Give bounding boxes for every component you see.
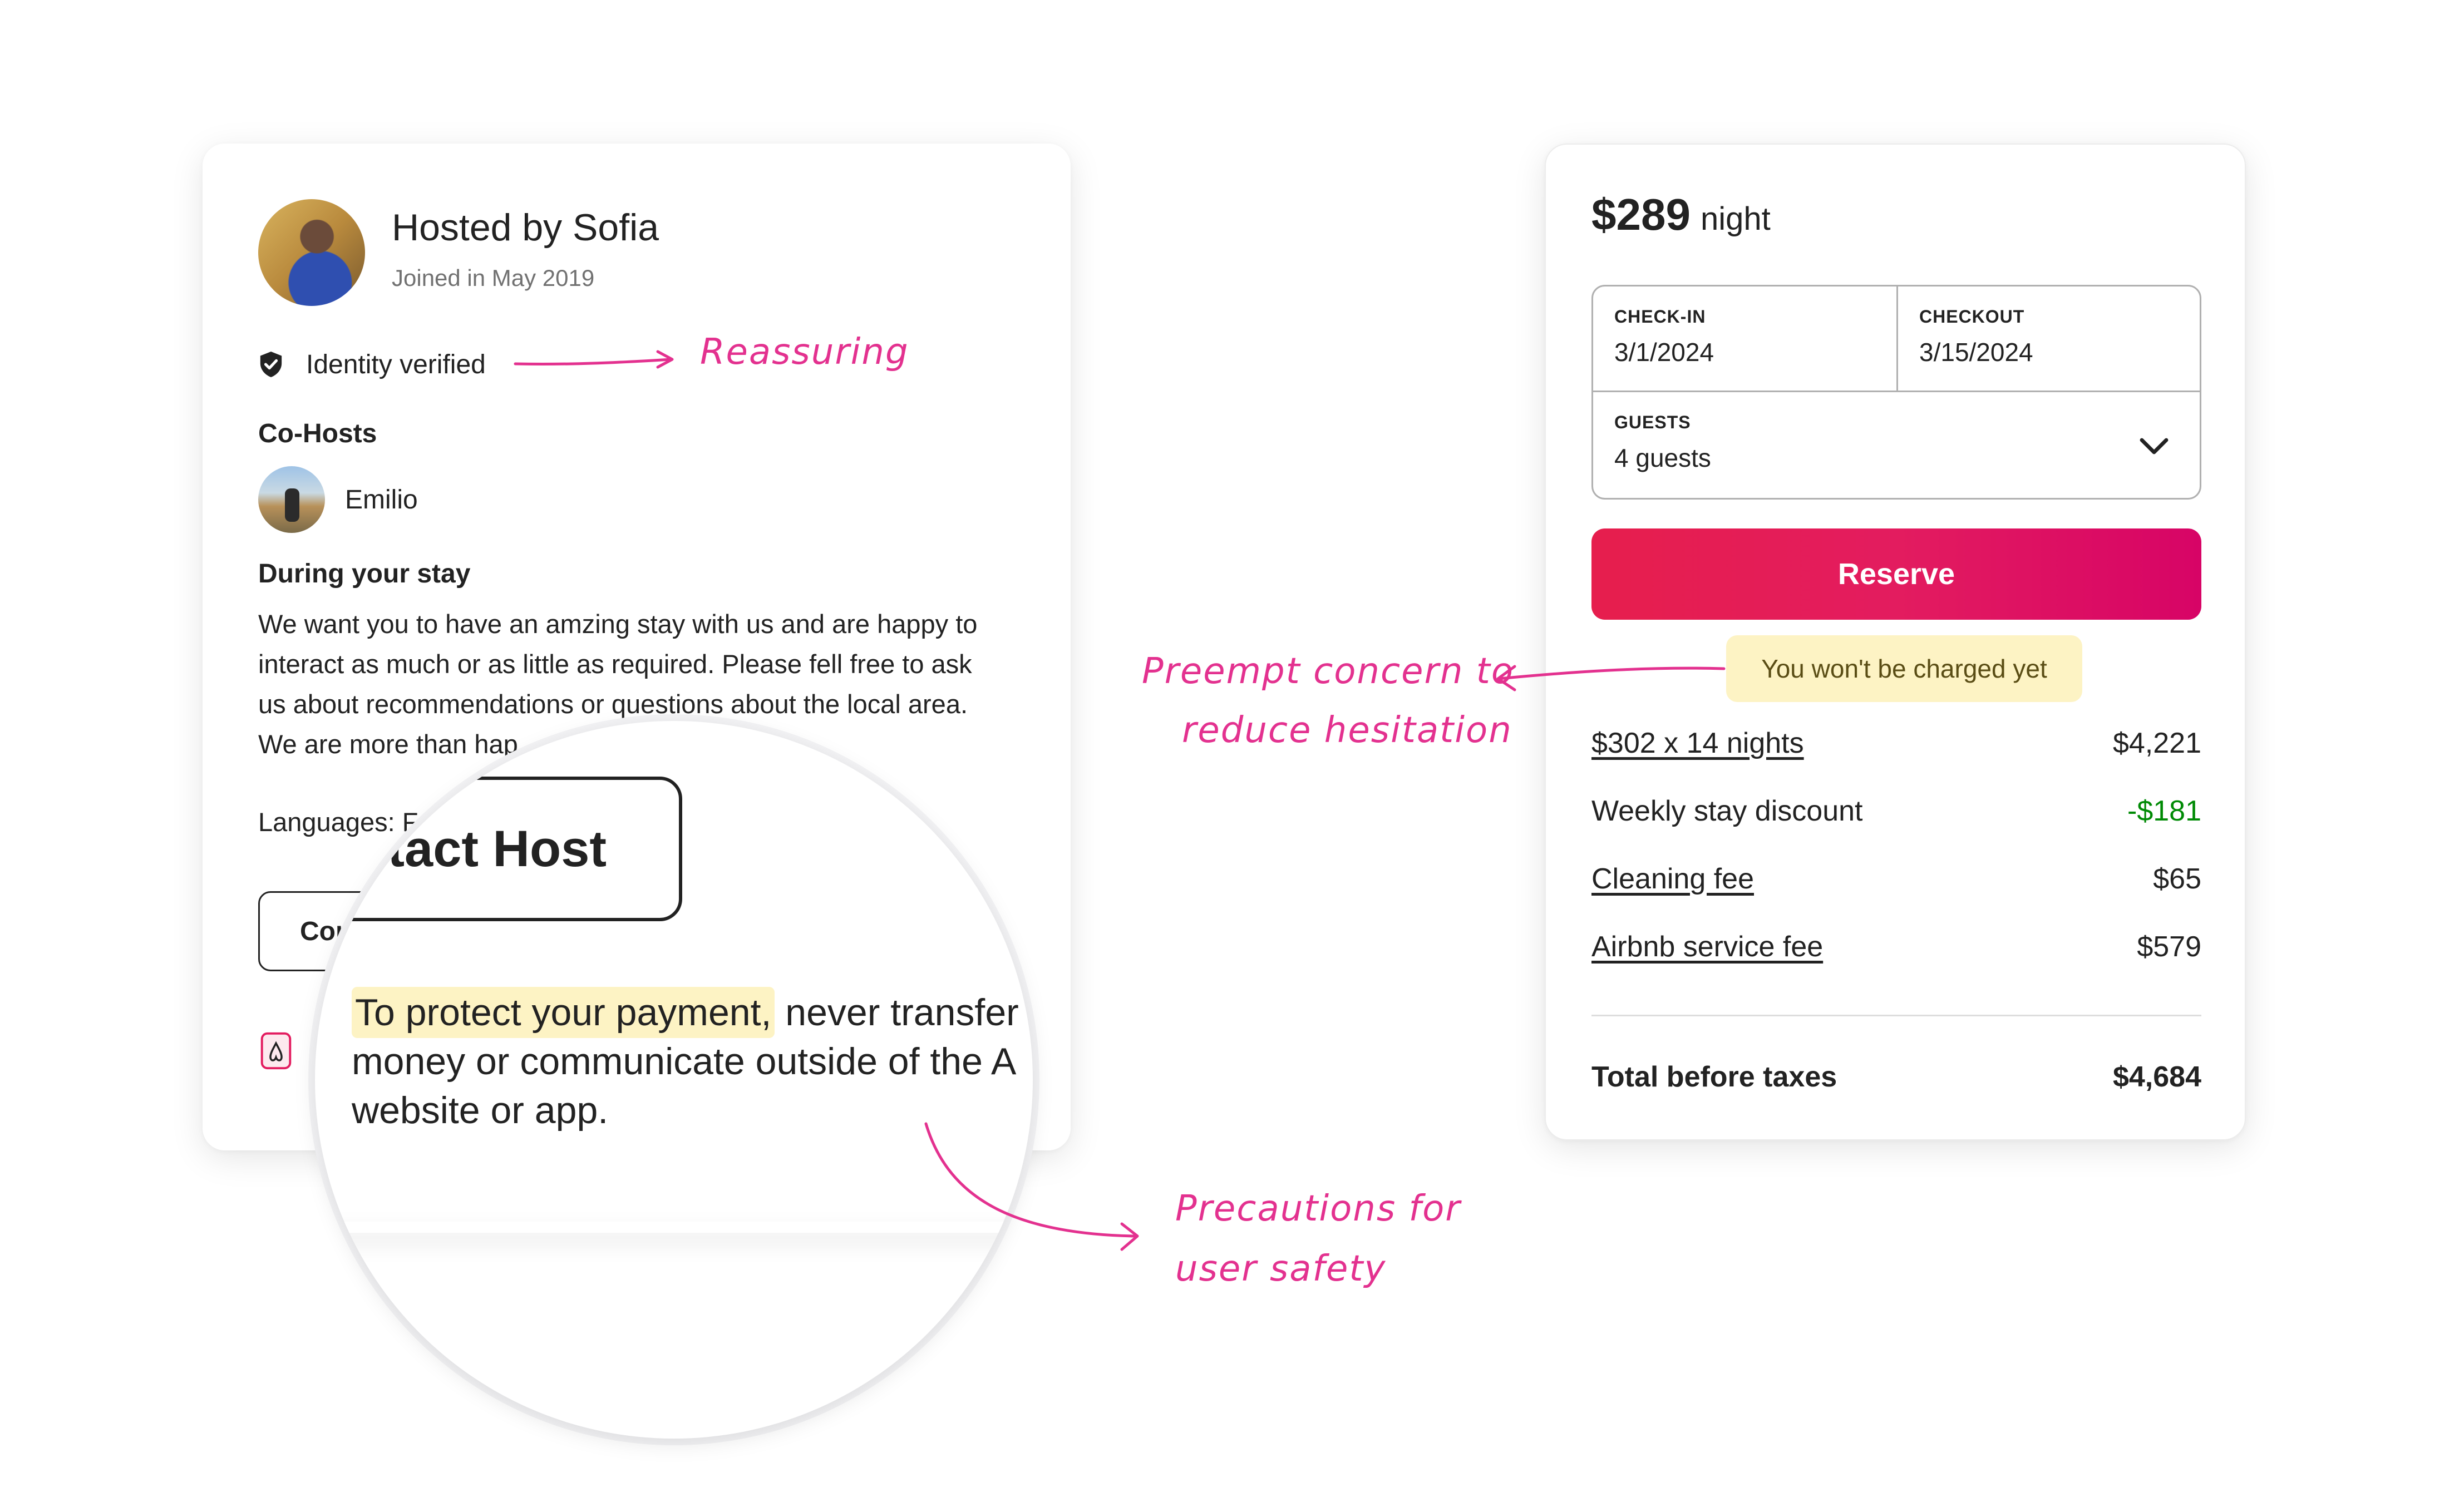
cohost-avatar[interactable] <box>258 466 325 533</box>
divider <box>1591 1015 2201 1016</box>
price-unit: night <box>1700 201 1771 237</box>
annotation-reassuring: Reassuring <box>700 332 909 373</box>
contact-host-button-magnified[interactable]: tact Host <box>315 777 682 921</box>
line-item: Airbnb service fee $579 <box>1591 930 2201 963</box>
nightly-price: $289 <box>1591 190 1691 239</box>
payment-text: money or communicate outside of the A <box>352 1040 1017 1083</box>
checkin-field[interactable]: CHECK-IN 3/1/2024 <box>1593 286 1898 392</box>
guests-label: GUESTS <box>1614 412 1691 432</box>
during-stay-heading: During your stay <box>258 559 471 589</box>
shield-check-icon <box>260 352 282 377</box>
checkin-label: CHECK-IN <box>1614 307 1706 327</box>
payment-highlight: To protect your payment, <box>352 987 775 1038</box>
total-label: Total before taxes <box>1591 1061 1837 1093</box>
stay-text-line: us about recommendations or questions ab… <box>258 689 968 719</box>
host-joined-date: Joined in May 2019 <box>392 265 595 291</box>
chevron-down-icon[interactable] <box>2140 437 2169 456</box>
cleaning-fee-link[interactable]: Cleaning fee <box>1591 862 1754 896</box>
card-bottom-edge <box>315 1222 1033 1233</box>
annotation-preempt-line2: reduce hesitation <box>1182 710 1512 751</box>
annotation-precautions-line2: user safety <box>1175 1248 1387 1289</box>
annotation-preempt-line1: Preempt concern to <box>1142 651 1514 692</box>
payment-text: website or app. <box>352 1089 609 1131</box>
total-amount: $4,684 <box>2112 1061 2201 1093</box>
line-amount: $65 <box>2153 863 2201 895</box>
guests-dropdown[interactable]: GUESTS 4 guests <box>1593 392 2200 498</box>
total-row: Total before taxes $4,684 <box>1591 1060 2201 1094</box>
discount-label: Weekly stay discount <box>1591 795 1863 827</box>
charge-notice-badge: You won't be charged yet <box>1726 635 2082 702</box>
precautions-arrowhead <box>1120 1222 1139 1251</box>
service-fee-link[interactable]: Airbnb service fee <box>1591 930 1823 963</box>
magnifier-lens: tact Host To protect your payment, never… <box>315 721 1033 1439</box>
line-item: Cleaning fee $65 <box>1591 862 2201 896</box>
guests-value: 4 guests <box>1614 443 1711 472</box>
magnifier-content: tact Host To protect your payment, never… <box>315 721 1033 1439</box>
line-amount: $4,221 <box>2112 727 2201 759</box>
booking-card: $289 night CHECK-IN 3/1/2024 CHECKOUT 3/… <box>1545 144 2246 1140</box>
checkin-value: 3/1/2024 <box>1614 338 1714 367</box>
checkout-value: 3/15/2024 <box>1919 338 2033 367</box>
host-title: Hosted by Sofia <box>392 206 659 249</box>
host-avatar[interactable] <box>258 199 365 306</box>
stay-text-line: We want you to have an amzing stay with … <box>258 609 978 639</box>
price-row: $289 night <box>1591 189 1771 240</box>
airbnb-logo-icon <box>260 1032 292 1070</box>
discount-amount: -$181 <box>2127 795 2201 827</box>
checkout-field[interactable]: CHECKOUT 3/15/2024 <box>1898 286 2200 392</box>
stay-text-line: interact as much or as little as require… <box>258 649 972 679</box>
cohost-item[interactable]: Emilio <box>258 466 418 533</box>
line-amount: $579 <box>2137 931 2201 963</box>
line-item: $302 x 14 nights $4,221 <box>1591 727 2201 760</box>
identity-verified-row: Identity verified <box>258 345 486 384</box>
nights-breakdown-link[interactable]: $302 x 14 nights <box>1591 727 1804 760</box>
payment-text: never transfer <box>775 991 1019 1034</box>
identity-verified-label: Identity verified <box>306 349 486 379</box>
checkout-label: CHECKOUT <box>1919 307 2025 327</box>
date-guest-picker: CHECK-IN 3/1/2024 CHECKOUT 3/15/2024 GUE… <box>1591 285 2201 500</box>
cohost-name: Emilio <box>345 485 418 515</box>
line-item: Weekly stay discount -$181 <box>1591 794 2201 828</box>
annotation-precautions-line1: Precautions for <box>1175 1188 1461 1229</box>
cohosts-heading: Co-Hosts <box>258 419 377 448</box>
payment-safety-notice: To protect your payment, never transfer … <box>352 987 1033 1135</box>
reserve-button[interactable]: Reserve <box>1591 528 2201 620</box>
